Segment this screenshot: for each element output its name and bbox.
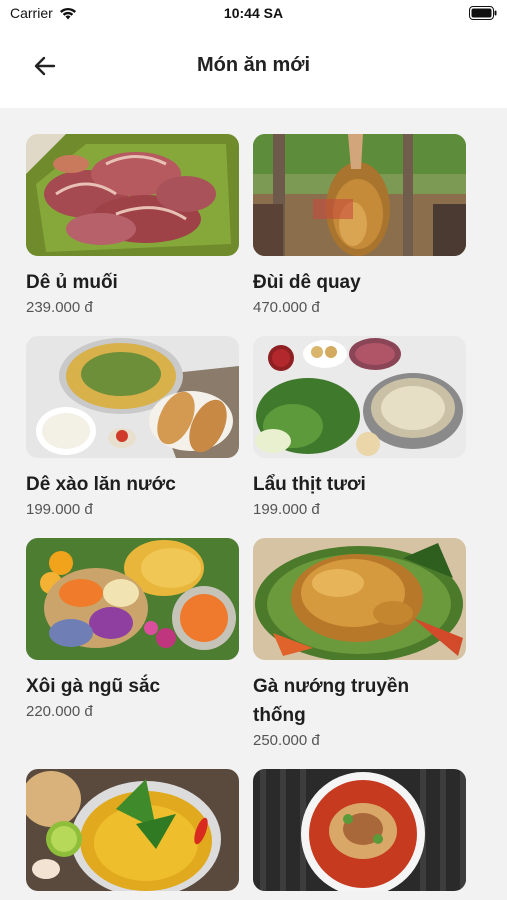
dish-grid: Dê ủ muối 239.000 đ Đùi dê quay 470.000 … [0, 108, 507, 900]
dish-name: Đùi dê quay [253, 272, 361, 293]
dish-name: Lẩu thịt tươi [253, 474, 366, 495]
dish-name: Dê ủ muối [26, 272, 118, 293]
dish-price: 220.000 đ [26, 703, 93, 720]
dish-price: 250.000 đ [253, 732, 320, 749]
dish-card[interactable] [253, 769, 466, 900]
dish-card[interactable] [26, 769, 239, 900]
dish-card[interactable]: Xôi gà ngũ sắc 220.000 đ [26, 538, 239, 751]
dish-price: 470.000 đ [253, 299, 320, 316]
dish-card[interactable]: Đùi dê quay 470.000 đ [253, 134, 466, 318]
dish-name: Dê xào lăn nước [26, 474, 176, 495]
dish-image [26, 336, 239, 458]
navigation-bar: Món ăn mới [0, 44, 507, 88]
dish-card[interactable]: Gà nướng truyền thống 250.000 đ [253, 538, 466, 751]
dish-price: 199.000 đ [26, 501, 93, 518]
dish-name: Gà nướng truyền thống [253, 676, 410, 726]
dish-image [26, 769, 239, 891]
dish-image [26, 538, 239, 660]
dish-name: Xôi gà ngũ sắc [26, 676, 161, 697]
dish-price: 239.000 đ [26, 299, 93, 316]
dish-card[interactable]: Dê xào lăn nước 199.000 đ [26, 336, 239, 520]
top-bar: Carrier 10:44 SA Món ăn mới [0, 0, 507, 108]
battery-icon [469, 6, 497, 23]
dish-image [253, 336, 466, 458]
clock: 10:44 SA [223, 5, 284, 21]
dish-price: 199.000 đ [253, 501, 320, 518]
page-title: Món ăn mới [196, 54, 311, 76]
dish-card[interactable]: Lẩu thịt tươi 199.000 đ [253, 336, 466, 520]
dish-image [253, 538, 466, 660]
dish-card[interactable]: Dê ủ muối 239.000 đ [26, 134, 239, 318]
dish-image [253, 134, 466, 256]
dish-image [253, 769, 466, 891]
status-bar: Carrier 10:44 SA [0, 0, 507, 28]
dish-image [26, 134, 239, 256]
